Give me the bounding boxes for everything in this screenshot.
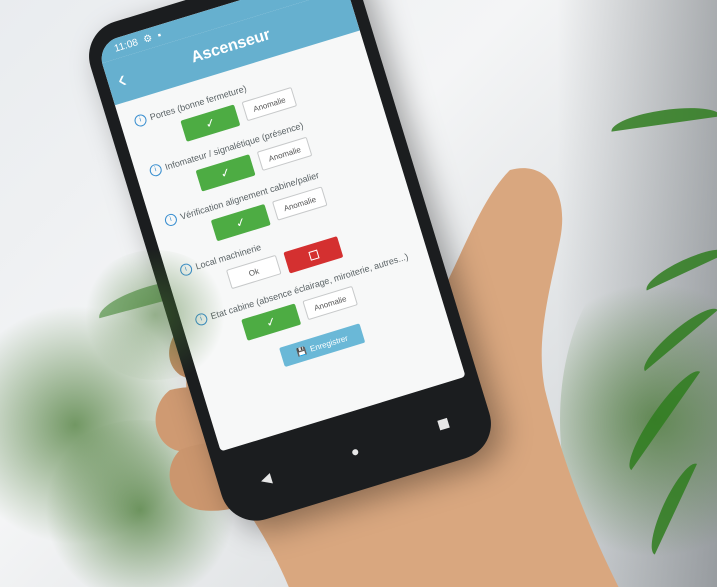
- blurred-plant-foreground: [80, 250, 230, 380]
- save-icon: 💾: [295, 345, 308, 358]
- notification-icon: ▪: [156, 29, 163, 41]
- scene: 11:08 ⚙ ▪ ‹ Ascenseur i Portes (bonne fer…: [0, 0, 717, 587]
- info-icon[interactable]: i: [133, 112, 149, 128]
- back-icon[interactable]: ‹: [114, 66, 130, 95]
- home-nav-icon[interactable]: ●: [349, 442, 362, 460]
- back-nav-icon[interactable]: ◀: [258, 469, 273, 488]
- info-icon[interactable]: i: [163, 212, 179, 228]
- recents-nav-icon[interactable]: [437, 417, 450, 431]
- status-time: 11:08: [112, 36, 140, 55]
- save-label: Enregistrer: [308, 333, 349, 354]
- stop-icon: [307, 249, 319, 261]
- save-button[interactable]: 💾 Enregistrer: [279, 323, 366, 368]
- settings-icon: ⚙: [141, 32, 154, 46]
- info-icon[interactable]: i: [148, 162, 164, 178]
